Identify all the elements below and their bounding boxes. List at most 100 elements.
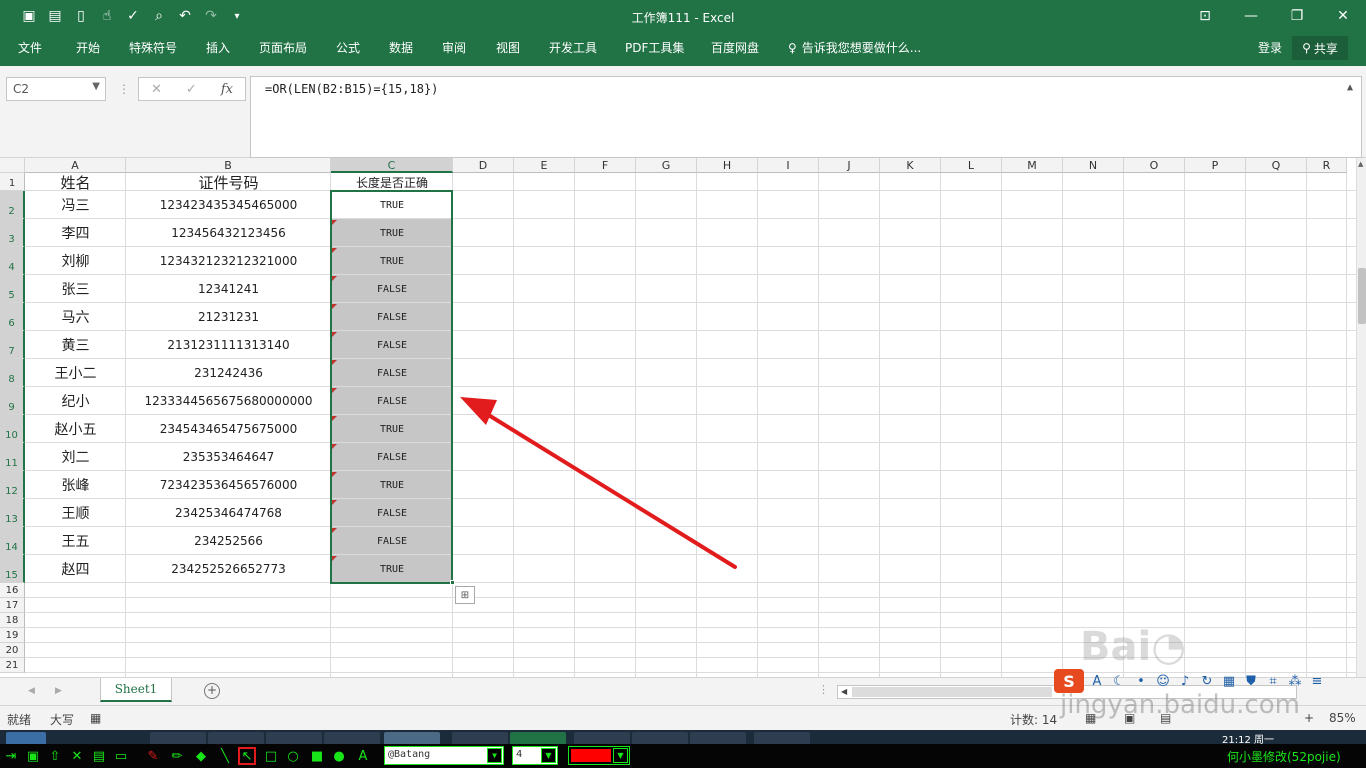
cell-id-number[interactable]: 234543465475675000 [126,415,331,443]
line-icon[interactable]: ╲ [216,747,234,765]
row-header[interactable]: 5 [0,275,25,303]
filled-ellipse-icon[interactable]: ● [330,747,348,765]
taskbar-app-icon[interactable] [384,732,440,744]
emoji-icon[interactable]: ☺ [1154,672,1172,690]
row-header[interactable]: 17 [0,598,25,613]
cell-id-number[interactable]: 1233344565675680000000 [126,387,331,415]
cell-name[interactable]: 张三 [25,275,126,303]
tab-data[interactable]: 数据 [389,39,413,56]
taskbar-app-icon[interactable] [452,732,508,744]
error-indicator-icon[interactable] [332,332,337,337]
cell-length-check[interactable]: TRUE [331,191,453,219]
cell-id-number[interactable]: 235353464647 [126,443,331,471]
column-header-i[interactable]: I [758,158,819,173]
menu-icon[interactable]: ≡ [1308,672,1326,690]
cell-id-number[interactable]: 12341241 [126,275,331,303]
taskbar-app-icon[interactable] [632,732,688,744]
cell-length-check[interactable]: FALSE [331,303,453,331]
font-icon[interactable]: A [1088,672,1106,690]
tab-review[interactable]: 审阅 [442,39,466,56]
tab-split-handle-icon[interactable]: ⋮ [818,683,829,696]
column-header-p[interactable]: P [1185,158,1246,173]
row-header[interactable]: 16 [0,583,25,598]
row-header[interactable]: 9 [0,387,25,415]
cell-length-check[interactable]: TRUE [331,555,453,583]
chevron-down-icon[interactable]: ▼ [541,748,556,763]
ellipse-icon[interactable]: ○ [284,747,302,765]
error-indicator-icon[interactable] [332,304,337,309]
cell-name[interactable]: 刘二 [25,443,126,471]
cell-id-number[interactable]: 123456432123456 [126,219,331,247]
cell-length-check[interactable]: TRUE [331,415,453,443]
column-header-k[interactable]: K [880,158,941,173]
cell-id-number[interactable]: 234252566 [126,527,331,555]
dot-icon[interactable]: • [1132,672,1150,690]
zoom-level[interactable]: 85% [1329,711,1356,725]
vertical-scrollbar[interactable]: ▲ [1356,158,1366,677]
cell-header-id[interactable]: 证件号码 [126,173,331,192]
column-header-e[interactable]: E [514,158,575,173]
tab-page-layout[interactable]: 页面布局 [259,39,307,56]
cell-name[interactable]: 王顺 [25,499,126,527]
taskbar-app-icon[interactable] [208,732,264,744]
start-button-icon[interactable] [6,732,46,744]
horizontal-scroll-thumb[interactable] [852,687,1052,697]
row-header[interactable]: 11 [0,443,25,471]
tab-special-symbols[interactable]: 特殊符号 [129,39,177,56]
tab-formulas[interactable]: 公式 [336,39,360,56]
eraser-icon[interactable]: ◆ [192,747,210,765]
taskbar-excel-icon[interactable] [510,732,566,744]
row-header[interactable]: 8 [0,359,25,387]
cell-name[interactable]: 张峰 [25,471,126,499]
column-header-j[interactable]: J [819,158,880,173]
row-header[interactable]: 14 [0,527,25,555]
add-sheet-icon[interactable]: + [204,683,220,699]
sheet-nav-next-icon[interactable]: ▶ [55,686,62,696]
taskbar-app-icon[interactable] [690,732,746,744]
cell-length-check[interactable]: FALSE [331,443,453,471]
chevron-down-icon[interactable]: ▼ [613,748,628,763]
row-header[interactable]: 21 [0,658,25,673]
taskbar-app-icon[interactable] [150,732,206,744]
error-indicator-icon[interactable] [332,444,337,449]
scroll-up-icon[interactable]: ▲ [1358,160,1363,168]
row-header[interactable]: 10 [0,415,25,443]
row-header[interactable]: 18 [0,613,25,628]
tab-pdf-tools[interactable]: PDF工具集 [625,39,684,56]
filled-rectangle-icon[interactable]: ■ [308,747,326,765]
row-header[interactable]: 19 [0,628,25,643]
close-icon[interactable]: ✕ [1320,0,1366,32]
cell-name[interactable]: 马六 [25,303,126,331]
column-header-o[interactable]: O [1124,158,1185,173]
cell-name[interactable]: 李四 [25,219,126,247]
scroll-left-icon[interactable]: ◀ [841,687,847,696]
cell-name[interactable]: 赵小五 [25,415,126,443]
cell-name[interactable]: 冯三 [25,191,126,219]
row-header[interactable]: 1 [0,173,25,191]
crop-icon[interactable]: ⌗ [1264,672,1282,690]
open-folder-icon[interactable]: ▭ [112,747,130,765]
share-button[interactable]: ⚲ 共享 [1292,36,1348,60]
font-select[interactable]: @Batang ▼ [384,746,504,765]
arrow-up-icon[interactable]: ⇧ [46,747,64,765]
enter-icon[interactable]: ✓ [186,82,197,97]
column-header-h[interactable]: H [697,158,758,173]
taskbar-app-icon[interactable] [266,732,322,744]
column-header-g[interactable]: G [636,158,697,173]
cell-id-number[interactable]: 23425346474768 [126,499,331,527]
keyboard-icon[interactable]: ▦ [1220,672,1238,690]
cell-length-check[interactable]: TRUE [331,219,453,247]
chevron-down-icon[interactable]: ▼ [487,748,502,763]
quick-analysis-icon[interactable]: ⊞ [455,586,475,604]
board-icon[interactable]: ▣ [24,747,42,765]
microphone-icon[interactable]: ♪ [1176,672,1194,690]
cell-length-check[interactable]: FALSE [331,331,453,359]
row-header[interactable]: 4 [0,247,25,275]
column-header-n[interactable]: N [1063,158,1124,173]
row-header[interactable]: 7 [0,331,25,359]
cell-length-check[interactable]: FALSE [331,359,453,387]
close-icon[interactable]: ✕ [68,747,86,765]
cell-name[interactable]: 王小二 [25,359,126,387]
select-all-corner[interactable] [0,158,25,173]
column-header-l[interactable]: L [941,158,1002,173]
